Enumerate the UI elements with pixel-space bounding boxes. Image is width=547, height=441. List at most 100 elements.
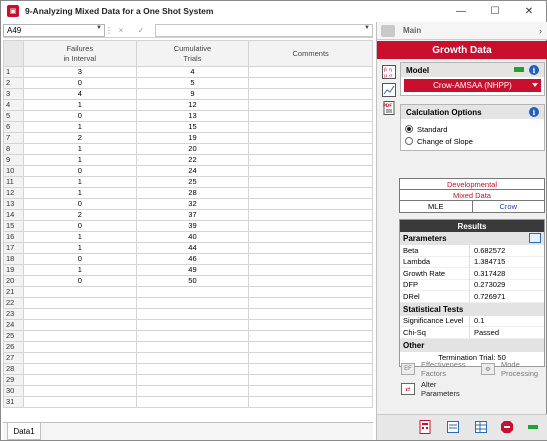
cell-cumulative-trials[interactable]: [135, 297, 250, 309]
cell-failures[interactable]: [22, 286, 137, 298]
row-number[interactable]: 28: [3, 363, 24, 375]
cell-cumulative-trials[interactable]: 40: [135, 231, 250, 243]
cell-comments[interactable]: [248, 231, 373, 243]
calculate-icon[interactable]: [417, 419, 433, 435]
radio-change-of-slope-button[interactable]: [405, 137, 413, 145]
plot-icon[interactable]: [379, 80, 399, 100]
row-number[interactable]: 3: [3, 88, 24, 100]
report-sheet-icon[interactable]: [445, 419, 461, 435]
cell-cumulative-trials[interactable]: [135, 396, 250, 408]
row-number[interactable]: 25: [3, 330, 24, 342]
cell-cumulative-trials[interactable]: 25: [135, 176, 250, 188]
cell-comments[interactable]: [248, 209, 373, 221]
cell-comments[interactable]: [248, 88, 373, 100]
cell-failures[interactable]: 0: [22, 253, 137, 265]
cell-comments[interactable]: [248, 77, 373, 89]
cell-comments[interactable]: [248, 275, 373, 287]
cell-comments[interactable]: [248, 297, 373, 309]
cell-cumulative-trials[interactable]: 50: [135, 275, 250, 287]
cell-failures[interactable]: 2: [22, 209, 137, 221]
column-header-comments[interactable]: Comments: [248, 40, 373, 67]
row-number[interactable]: 12: [3, 187, 24, 199]
cell-failures[interactable]: [22, 352, 137, 364]
chevron-down-icon[interactable]: ▼: [96, 25, 102, 31]
cell-comments[interactable]: [248, 308, 373, 320]
cell-failures[interactable]: [22, 330, 137, 342]
cell-comments[interactable]: [248, 374, 373, 386]
row-number[interactable]: 9: [3, 154, 24, 166]
cell-cumulative-trials[interactable]: [135, 330, 250, 342]
cell-failures[interactable]: 2: [22, 132, 137, 144]
cell-cumulative-trials[interactable]: [135, 363, 250, 375]
close-button[interactable]: ✕: [512, 1, 546, 21]
cell-failures[interactable]: 1: [22, 121, 137, 133]
cell-failures[interactable]: 4: [22, 88, 137, 100]
row-number[interactable]: 5: [3, 110, 24, 122]
cell-failures[interactable]: 0: [22, 110, 137, 122]
cell-cumulative-trials[interactable]: 20: [135, 143, 250, 155]
parameters-icon[interactable]: βημσ: [379, 62, 399, 82]
cell-failures[interactable]: [22, 385, 137, 397]
cell-comments[interactable]: [248, 165, 373, 177]
row-number[interactable]: 11: [3, 176, 24, 188]
cell-comments[interactable]: [248, 242, 373, 254]
cell-comments[interactable]: [248, 154, 373, 166]
cell-cumulative-trials[interactable]: [135, 319, 250, 331]
cell-failures[interactable]: 0: [22, 198, 137, 210]
cell-failures[interactable]: [22, 396, 137, 408]
cell-comments[interactable]: [248, 187, 373, 199]
cell-failures[interactable]: 0: [22, 77, 137, 89]
cell-comments[interactable]: [248, 220, 373, 232]
row-number[interactable]: 20: [3, 275, 24, 287]
cell-failures[interactable]: 1: [22, 264, 137, 276]
row-number[interactable]: 30: [3, 385, 24, 397]
cell-failures[interactable]: [22, 319, 137, 331]
cell-comments[interactable]: [248, 352, 373, 364]
cell-cumulative-trials[interactable]: [135, 308, 250, 320]
cell-failures[interactable]: [22, 363, 137, 375]
cell-failures[interactable]: [22, 341, 137, 353]
alter-parameters-action[interactable]: ⇄ Alter Parameters: [401, 380, 460, 398]
cell-comments[interactable]: [248, 385, 373, 397]
cell-failures[interactable]: [22, 308, 137, 320]
cell-cumulative-trials[interactable]: [135, 341, 250, 353]
cell-cumulative-trials[interactable]: [135, 385, 250, 397]
info-icon[interactable]: i: [529, 107, 539, 117]
cell-cumulative-trials[interactable]: 24: [135, 165, 250, 177]
minimize-button[interactable]: —: [444, 1, 478, 21]
cell-cumulative-trials[interactable]: 12: [135, 99, 250, 111]
cell-cumulative-trials[interactable]: 19: [135, 132, 250, 144]
cell-cumulative-trials[interactable]: 4: [135, 66, 250, 78]
row-number[interactable]: 10: [3, 165, 24, 177]
row-number[interactable]: 13: [3, 198, 24, 210]
cell-comments[interactable]: [248, 110, 373, 122]
cell-failures[interactable]: [22, 297, 137, 309]
row-number[interactable]: 1: [3, 66, 24, 78]
cell-comments[interactable]: [248, 330, 373, 342]
cell-failures[interactable]: 0: [22, 220, 137, 232]
cell-cumulative-trials[interactable]: [135, 374, 250, 386]
row-number[interactable]: 4: [3, 99, 24, 111]
cell-cumulative-trials[interactable]: 32: [135, 198, 250, 210]
info-icon[interactable]: i: [529, 65, 539, 75]
radio-change-of-slope[interactable]: Change of Slope: [401, 135, 544, 147]
row-number[interactable]: 14: [3, 209, 24, 221]
model-select[interactable]: Crow-AMSAA (NHPP): [404, 79, 541, 92]
row-number[interactable]: 26: [3, 341, 24, 353]
cell-cumulative-trials[interactable]: 15: [135, 121, 250, 133]
cell-comments[interactable]: [248, 132, 373, 144]
column-header-cumulative-trials[interactable]: Cumulative Trials: [135, 40, 250, 67]
cell-failures[interactable]: 3: [22, 66, 137, 78]
row-number[interactable]: 24: [3, 319, 24, 331]
cell-comments[interactable]: [248, 341, 373, 353]
cell-comments[interactable]: [248, 66, 373, 78]
cell-cumulative-trials[interactable]: [135, 286, 250, 298]
row-number[interactable]: 21: [3, 286, 24, 298]
cell-comments[interactable]: [248, 253, 373, 265]
cell-cumulative-trials[interactable]: 9: [135, 88, 250, 100]
cell-comments[interactable]: [248, 396, 373, 408]
row-number[interactable]: 8: [3, 143, 24, 155]
grid-icon[interactable]: [473, 419, 489, 435]
cancel-icon[interactable]: ×: [111, 26, 131, 35]
row-number[interactable]: 2: [3, 77, 24, 89]
